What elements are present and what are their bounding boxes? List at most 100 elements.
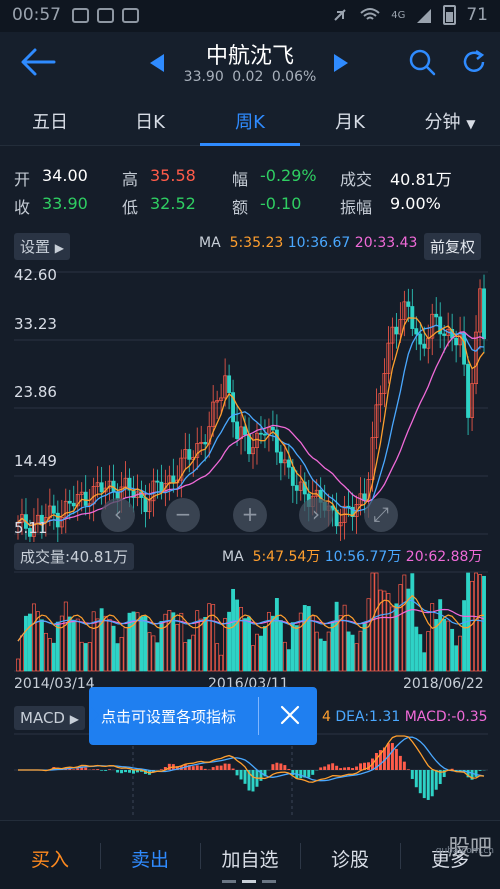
tab-minute[interactable]: 分钟 ▼ xyxy=(400,108,500,134)
volume-bar xyxy=(278,620,283,672)
candle-body xyxy=(422,343,427,349)
expand-icon: ⤢ xyxy=(373,502,389,526)
candle-body xyxy=(259,432,263,435)
volume-bar xyxy=(446,620,451,672)
volume-bar xyxy=(91,611,96,672)
settings-button[interactable]: 设置 ▶ xyxy=(14,233,71,260)
high-value: 35.58 xyxy=(150,166,196,185)
price-axis-4: 14.49 xyxy=(14,452,57,470)
buy-button[interactable]: 买入 xyxy=(0,845,100,872)
page-indicator xyxy=(222,880,276,883)
chevron-left-icon: ‹ xyxy=(114,502,122,526)
status-time: 00:57 xyxy=(12,5,61,25)
status-bar: 00:57 4G 71 xyxy=(0,0,500,32)
candle-body xyxy=(290,466,295,486)
macd-button[interactable]: MACD ▶ xyxy=(14,706,85,730)
volume-bar xyxy=(39,619,44,672)
volume-bar xyxy=(382,590,387,672)
volume-bar xyxy=(414,626,419,672)
active-tab-indicator xyxy=(200,143,300,146)
volume-bar xyxy=(358,630,363,672)
volume-bar xyxy=(183,642,188,672)
open-value: 34.00 xyxy=(42,166,88,185)
search-icon[interactable] xyxy=(408,48,436,76)
signal-icon xyxy=(417,9,432,23)
candle-body xyxy=(99,482,104,493)
volume-bar xyxy=(219,654,224,672)
stock-header: 中航沈飞 33.90 0.02 0.06% xyxy=(0,32,500,94)
scroll-left-button[interactable]: ‹ xyxy=(101,498,135,532)
candle-body xyxy=(286,459,291,468)
volume-bar xyxy=(31,603,36,672)
diagnose-stock-button[interactable]: 诊股 xyxy=(300,845,400,872)
scroll-right-button[interactable]: › xyxy=(299,498,333,532)
volume-bar xyxy=(294,625,299,672)
volume-value: 40.81万 xyxy=(390,170,452,189)
minus-icon: − xyxy=(174,502,192,526)
volume-bar xyxy=(366,598,371,672)
volume-bar xyxy=(251,645,255,672)
price-axis-top: 42.60 xyxy=(14,266,57,284)
ma5-line xyxy=(17,317,485,527)
volume-chart[interactable] xyxy=(0,570,500,674)
mute-icon xyxy=(334,9,346,21)
zoom-in-button[interactable]: + xyxy=(233,498,267,532)
volume-bar xyxy=(322,640,327,672)
macd-arrow-icon: ▶ xyxy=(69,712,79,726)
candle-body xyxy=(418,333,423,345)
volume-bar xyxy=(119,636,124,672)
volume-bar xyxy=(247,616,251,672)
date-start: 2014/03/14 xyxy=(14,676,95,692)
tab-monthly-k[interactable]: 月K xyxy=(300,108,400,134)
volume-bar xyxy=(354,643,359,672)
tab-five-day[interactable]: 五日 xyxy=(0,108,100,134)
close-icon[interactable] xyxy=(277,702,303,728)
tab-weekly-k[interactable]: 周K xyxy=(200,108,300,134)
low-label: 低 xyxy=(122,198,139,217)
tab-daily-k[interactable]: 日K xyxy=(100,108,200,134)
volume-bar xyxy=(16,658,20,672)
candle-body xyxy=(454,337,459,346)
fullscreen-button[interactable]: ⤢ xyxy=(364,498,398,532)
settings-label: 设置 xyxy=(20,238,51,256)
quote-panel: 开 34.00 收 33.90 高 35.58 低 32.52 幅 -0.29%… xyxy=(0,160,500,220)
volume-bar xyxy=(243,618,247,672)
zoom-out-button[interactable]: − xyxy=(166,498,200,532)
adjust-button[interactable]: 前复权 xyxy=(424,233,482,260)
close-label: 收 xyxy=(14,198,31,217)
add-watchlist-button[interactable]: 加自选 xyxy=(200,845,300,872)
notification-icons xyxy=(72,8,139,23)
volume-bar xyxy=(474,572,478,672)
volume-bar xyxy=(35,611,40,672)
macd-dea-value: DEA:1.31 xyxy=(335,709,401,725)
amount-value: -0.10 xyxy=(260,194,302,213)
volume-bar xyxy=(462,600,467,672)
volume-bar xyxy=(450,628,455,672)
next-stock-button[interactable] xyxy=(334,54,348,72)
volume-label: 成交 xyxy=(340,170,373,189)
candle-body xyxy=(406,301,411,307)
volume-bar xyxy=(107,619,112,672)
amp-value: -0.29% xyxy=(260,166,317,185)
volume-bar xyxy=(211,604,216,672)
candle-body xyxy=(262,433,267,436)
candle-body xyxy=(71,502,76,507)
volume-bar xyxy=(207,603,212,672)
volume-bar xyxy=(71,619,76,672)
volume-bar xyxy=(79,641,84,672)
volume-indicator-label[interactable]: 成交量:40.81万 xyxy=(14,543,134,570)
volume-bar xyxy=(171,612,176,672)
ma10-line xyxy=(17,324,485,527)
sell-button[interactable]: 卖出 xyxy=(100,845,200,872)
bottom-action-bar: 买入 卖出 加自选 诊股 更多 xyxy=(0,820,500,889)
volume-bar xyxy=(386,593,391,672)
volume-bar xyxy=(191,634,196,672)
volume-bar xyxy=(398,584,403,672)
refresh-icon[interactable] xyxy=(460,48,488,76)
tip-text: 点击可设置各项指标 xyxy=(101,708,237,726)
volume-bar xyxy=(83,643,88,672)
indicator-tip-popup[interactable]: 点击可设置各项指标 xyxy=(89,687,317,745)
volume-bar xyxy=(286,649,291,672)
candle-body xyxy=(274,429,279,453)
candle-body xyxy=(442,333,447,336)
